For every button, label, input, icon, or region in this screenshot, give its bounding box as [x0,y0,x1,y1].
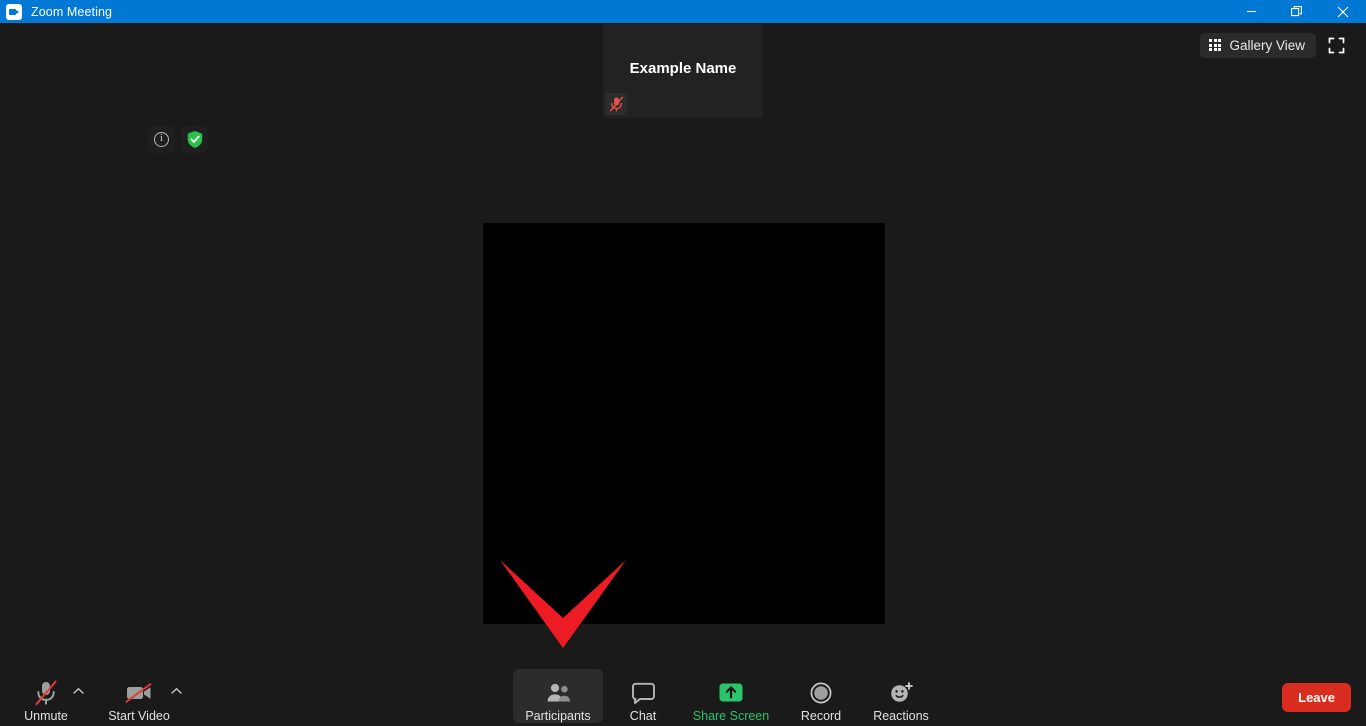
encryption-status-button[interactable] [181,126,208,153]
zoom-meeting-window: Zoom Meeting Gallery View i Example Name… [0,0,1366,726]
record-icon [809,679,833,707]
participants-icon [545,679,571,707]
participant-name: Example Name [629,60,737,77]
microphone-muted-icon [609,96,623,112]
audio-options-chevron[interactable] [71,684,85,698]
participant-mic-status [605,93,627,115]
view-controls: Gallery View [1200,31,1350,59]
info-icon: i [154,132,169,147]
gallery-view-label: Gallery View [1229,37,1305,53]
share-screen-label: Share Screen [692,709,770,723]
participants-label: Participants [525,709,591,723]
zoom-video-icon [6,3,22,20]
record-button[interactable]: Record [776,669,866,723]
chat-label: Chat [629,709,657,723]
microphone-muted-icon [33,679,59,707]
fullscreen-icon [1328,37,1344,53]
window-title: Zoom Meeting [31,4,113,19]
chat-button[interactable]: Chat [598,669,688,723]
camera-off-icon [124,679,154,707]
share-screen-button[interactable]: Share Screen [686,669,776,723]
chevron-up-icon [72,687,84,694]
title-bar: Zoom Meeting [0,0,1366,23]
start-video-label: Start Video [108,709,170,723]
reactions-icon [888,679,914,707]
window-controls [1228,0,1366,23]
record-label: Record [800,709,842,723]
participant-tile[interactable]: Example Name [603,24,763,118]
shield-check-icon [187,131,202,148]
grid-icon [1209,39,1222,51]
fullscreen-button[interactable] [1322,31,1350,59]
reactions-button[interactable]: Reactions [856,669,946,723]
minimize-button[interactable] [1228,0,1274,23]
share-screen-icon [716,679,746,707]
video-options-chevron[interactable] [169,684,183,698]
reactions-label: Reactions [873,709,929,723]
restore-button[interactable] [1274,0,1320,23]
gallery-view-button[interactable]: Gallery View [1200,32,1316,58]
chat-icon [631,679,656,707]
meeting-info-row: i [148,126,208,153]
meeting-toolbar: Unmute Start Video Participants Chat Sha… [0,664,1366,726]
red-arrow-annotation [498,558,628,650]
close-button[interactable] [1320,0,1366,23]
unmute-label: Unmute [24,709,68,723]
chevron-up-icon [170,687,182,694]
leave-button[interactable]: Leave [1282,683,1351,712]
participants-button[interactable]: Participants [513,669,603,723]
meeting-info-button[interactable]: i [148,126,175,153]
